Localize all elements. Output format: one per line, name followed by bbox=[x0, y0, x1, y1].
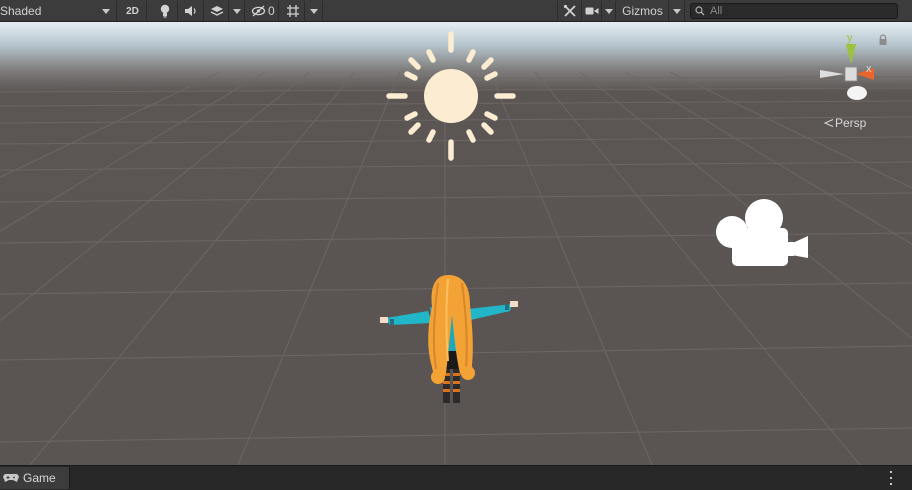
tab-game-label: Game bbox=[23, 471, 56, 485]
audio-toggle-button[interactable] bbox=[179, 1, 204, 21]
search-icon bbox=[695, 6, 705, 16]
camera-settings-dropdown[interactable] bbox=[602, 1, 616, 21]
layers-icon bbox=[210, 6, 223, 16]
speaker-icon bbox=[185, 6, 196, 16]
chevron-down-icon bbox=[604, 8, 613, 14]
projection-label: Persp bbox=[835, 116, 867, 130]
gizmos-dropdown[interactable] bbox=[669, 1, 685, 21]
chevron-down-icon bbox=[672, 8, 681, 14]
avatar-character[interactable] bbox=[376, 273, 522, 408]
scene-toolbar: Shaded 2D 0 Gizmos All bbox=[0, 0, 912, 22]
effects-toggle-button[interactable] bbox=[205, 1, 229, 21]
scene-gizmo[interactable]: y x bbox=[816, 30, 880, 102]
panel-menu-icon[interactable] bbox=[888, 471, 894, 485]
grid-icon bbox=[286, 5, 299, 17]
grid-dropdown[interactable] bbox=[305, 1, 323, 21]
shading-mode-label: Shaded bbox=[0, 4, 42, 18]
scene-visibility-button[interactable]: 0 bbox=[247, 1, 279, 21]
eye-hidden-icon bbox=[251, 5, 266, 17]
bottom-tab-bar: Game bbox=[0, 465, 912, 490]
camera-settings-button[interactable] bbox=[583, 1, 602, 21]
search-input[interactable] bbox=[710, 5, 890, 17]
lighting-toggle-button[interactable] bbox=[153, 1, 178, 21]
sun-icon[interactable] bbox=[385, 30, 517, 162]
hidden-object-count: 0 bbox=[268, 4, 275, 18]
gizmos-label: Gizmos bbox=[622, 4, 663, 18]
tab-game[interactable]: Game bbox=[0, 467, 70, 489]
gamepad-icon bbox=[3, 474, 19, 482]
projection-toggle[interactable]: Persp bbox=[824, 116, 866, 130]
video-camera-icon bbox=[585, 7, 599, 15]
grid-toggle-button[interactable] bbox=[281, 1, 305, 21]
tools-button[interactable] bbox=[557, 1, 582, 21]
shading-mode-dropdown[interactable]: Shaded bbox=[0, 1, 117, 21]
perspective-icon bbox=[824, 119, 834, 127]
effects-dropdown[interactable] bbox=[229, 1, 245, 21]
chevron-down-icon bbox=[232, 8, 241, 14]
2d-toggle-button[interactable]: 2D bbox=[119, 1, 147, 21]
gizmos-button[interactable]: Gizmos bbox=[617, 1, 669, 21]
tools-icon bbox=[563, 4, 576, 17]
hierarchy-search-field[interactable] bbox=[690, 3, 898, 19]
lock-icon[interactable] bbox=[878, 34, 888, 46]
gizmo-x-label: x bbox=[866, 63, 872, 75]
camera-icon[interactable] bbox=[714, 198, 810, 270]
scene-viewport[interactable]: y x Persp bbox=[0, 22, 912, 465]
gizmo-y-label: y bbox=[847, 32, 853, 44]
lightbulb-icon bbox=[160, 4, 170, 18]
2d-toggle-label: 2D bbox=[126, 5, 139, 17]
chevron-down-icon bbox=[309, 8, 318, 14]
chevron-down-icon bbox=[102, 8, 110, 14]
